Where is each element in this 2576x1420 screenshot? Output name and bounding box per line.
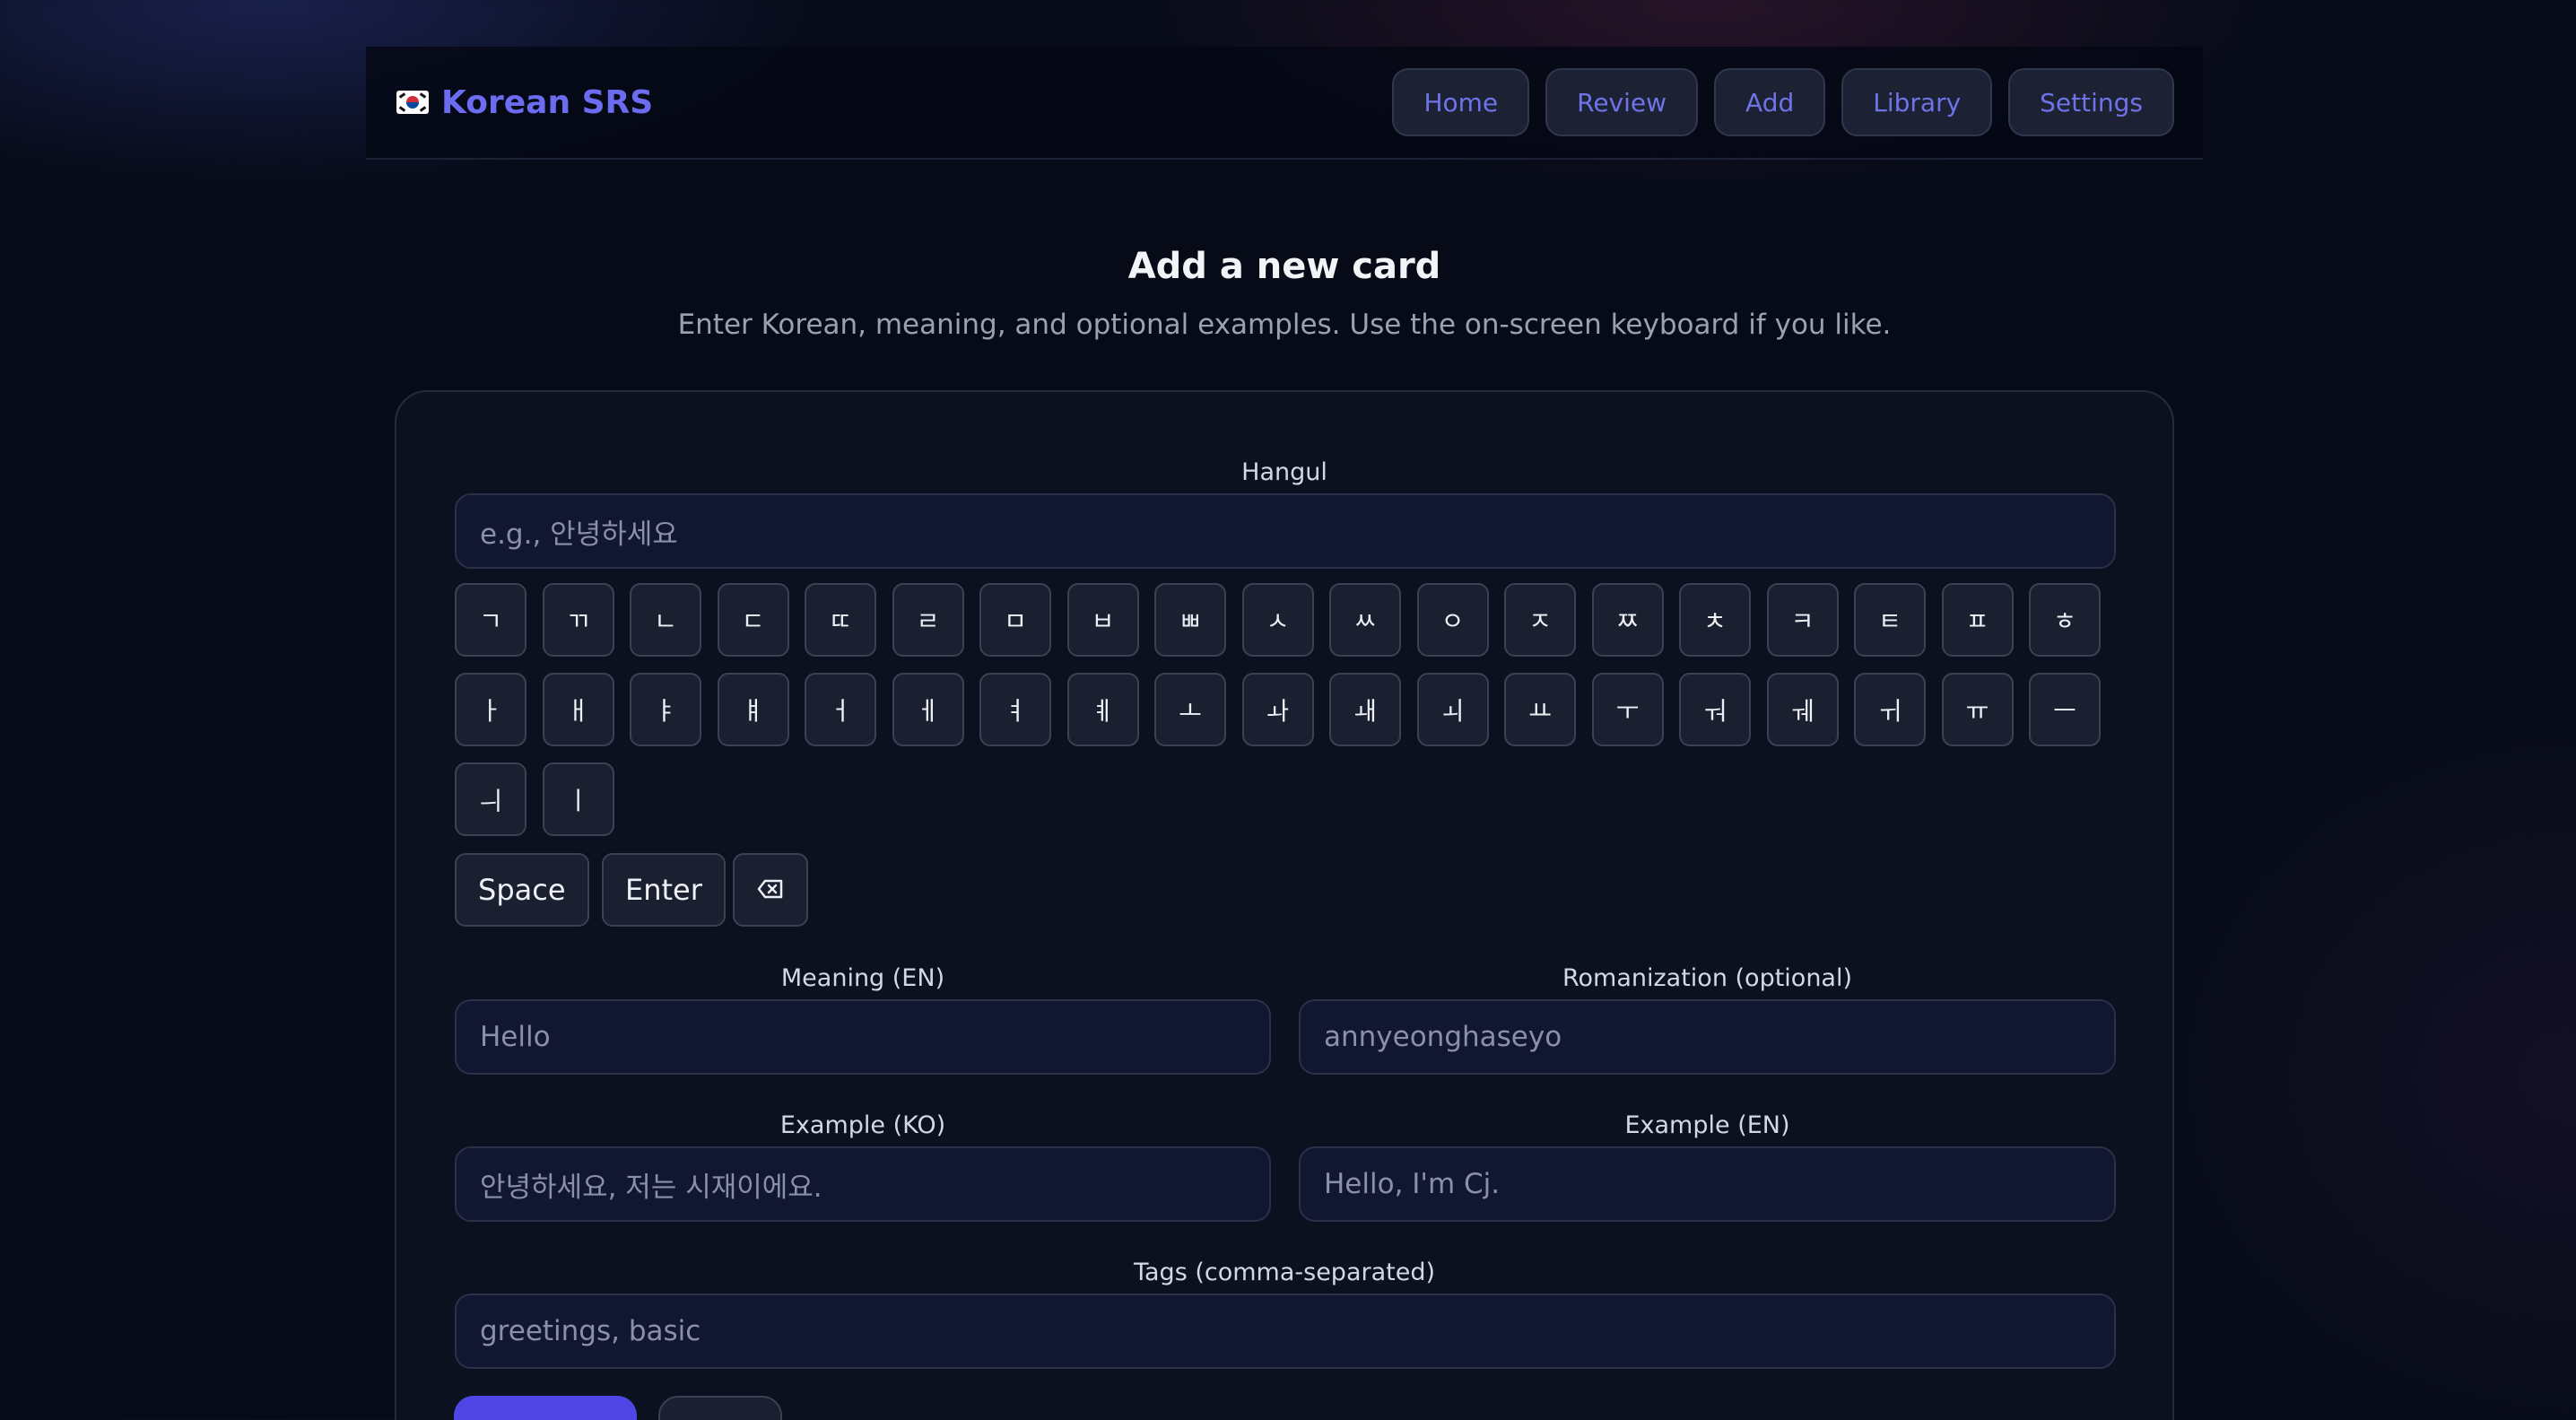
meaning-label: Meaning (EN): [780, 964, 945, 992]
brand[interactable]: Korean SRS: [396, 84, 653, 121]
keyboard-key[interactable]: ㅕ: [979, 673, 1051, 746]
keyboard-key[interactable]: ㅉ: [1591, 583, 1664, 657]
keyboard-key[interactable]: ㅏ: [455, 673, 527, 746]
keyboard-key[interactable]: ㄷ: [717, 583, 789, 657]
enter-key[interactable]: Enter: [602, 853, 726, 927]
keyboard-key[interactable]: ㅞ: [1766, 673, 1839, 746]
keyboard-key[interactable]: ㅂ: [1066, 583, 1139, 657]
romanization-input[interactable]: annyeonghaseyo: [1299, 999, 2116, 1075]
keyboard-key[interactable]: ㅝ: [1679, 673, 1751, 746]
nav-library-button[interactable]: Library: [1841, 68, 1993, 136]
clear-button[interactable]: [658, 1396, 782, 1420]
keyboard-key[interactable]: ㅅ: [1241, 583, 1314, 657]
keyboard-key[interactable]: ㅇ: [1416, 583, 1489, 657]
keyboard-key[interactable]: ㅋ: [1766, 583, 1839, 657]
example-ko-input[interactable]: 안녕하세요, 저는 시재이에요.: [455, 1146, 1271, 1222]
keyboard-key[interactable]: ㄸ: [805, 583, 876, 657]
keyboard-key[interactable]: ㄱ: [455, 583, 527, 657]
keyboard-key[interactable]: ㄹ: [892, 583, 964, 657]
backspace-key[interactable]: [733, 853, 808, 927]
keyboard-key[interactable]: ㅑ: [630, 673, 701, 746]
backspace-icon: [757, 876, 784, 905]
space-key[interactable]: Space: [455, 853, 589, 927]
keyboard-key[interactable]: ㅚ: [1416, 673, 1489, 746]
keyboard-key[interactable]: ㅘ: [1241, 673, 1314, 746]
keyboard-key[interactable]: ㅈ: [1504, 583, 1576, 657]
nav-settings-button[interactable]: Settings: [2008, 68, 2174, 136]
keyboard-key[interactable]: ㅆ: [1329, 583, 1401, 657]
tags-input[interactable]: greetings, basic: [455, 1294, 2116, 1369]
keyboard-key[interactable]: ㅢ: [455, 762, 527, 836]
keyboard-key[interactable]: ㅜ: [1591, 673, 1664, 746]
keyboard-key[interactable]: ㅊ: [1679, 583, 1751, 657]
page-subtitle: Enter Korean, meaning, and optional exam…: [677, 309, 1892, 341]
nav-links: Home Review Add Library Settings: [1392, 68, 2174, 136]
hangul-input[interactable]: e.g., 안녕하세요: [455, 493, 2116, 569]
keyboard-key[interactable]: ㅁ: [979, 583, 1051, 657]
keyboard-key[interactable]: ㅙ: [1329, 673, 1401, 746]
keyboard-key[interactable]: ㅗ: [1154, 673, 1226, 746]
keyboard-key[interactable]: ㅔ: [892, 673, 964, 746]
keyboard-key[interactable]: ㅌ: [1854, 583, 1926, 657]
keyboard-key[interactable]: ㅛ: [1504, 673, 1576, 746]
keyboard-key[interactable]: ㅣ: [542, 762, 614, 836]
keyboard-key[interactable]: ㅐ: [542, 673, 614, 746]
keyboard-key[interactable]: ㅓ: [805, 673, 876, 746]
romanization-label: Romanization (optional): [1562, 964, 1853, 992]
hangul-label: Hangul: [1241, 458, 1327, 486]
keyboard-key[interactable]: ㅟ: [1854, 673, 1926, 746]
nav-review-button[interactable]: Review: [1545, 68, 1699, 136]
keyboard-key[interactable]: ㅒ: [717, 673, 789, 746]
example-en-input[interactable]: Hello, I'm Cj.: [1299, 1146, 2116, 1222]
keyboard-key[interactable]: ㅡ: [2029, 673, 2101, 746]
keyboard-key[interactable]: ㅃ: [1154, 583, 1226, 657]
keyboard-key[interactable]: ㄲ: [542, 583, 614, 657]
brand-title: Korean SRS: [441, 83, 654, 121]
page-title: Add a new card: [1127, 246, 1441, 287]
tags-label: Tags (comma-separated): [1133, 1259, 1436, 1286]
save-card-button[interactable]: [454, 1396, 637, 1420]
example-en-label: Example (EN): [1624, 1111, 1790, 1139]
keyboard-key[interactable]: ㅎ: [2029, 583, 2101, 657]
keyboard-key[interactable]: ㅠ: [1941, 673, 2014, 746]
meaning-input[interactable]: Hello: [455, 999, 1271, 1075]
top-navbar: Korean SRS Home Review Add Library Setti…: [366, 47, 2203, 160]
nav-home-button[interactable]: Home: [1392, 68, 1530, 136]
example-ko-label: Example (KO): [779, 1111, 946, 1139]
add-card-form: Hangul e.g., 안녕하세요 ㄱㄲㄴㄷㄸㄹㅁㅂㅃㅅㅆㅇㅈㅉㅊㅋㅌㅍㅎ ㅏ…: [395, 390, 2174, 1420]
keyboard-key[interactable]: ㅖ: [1066, 673, 1139, 746]
keyboard-key[interactable]: ㄴ: [630, 583, 701, 657]
keyboard-key[interactable]: ㅍ: [1941, 583, 2014, 657]
nav-add-button[interactable]: Add: [1714, 68, 1826, 136]
korea-flag-icon: [396, 91, 429, 114]
